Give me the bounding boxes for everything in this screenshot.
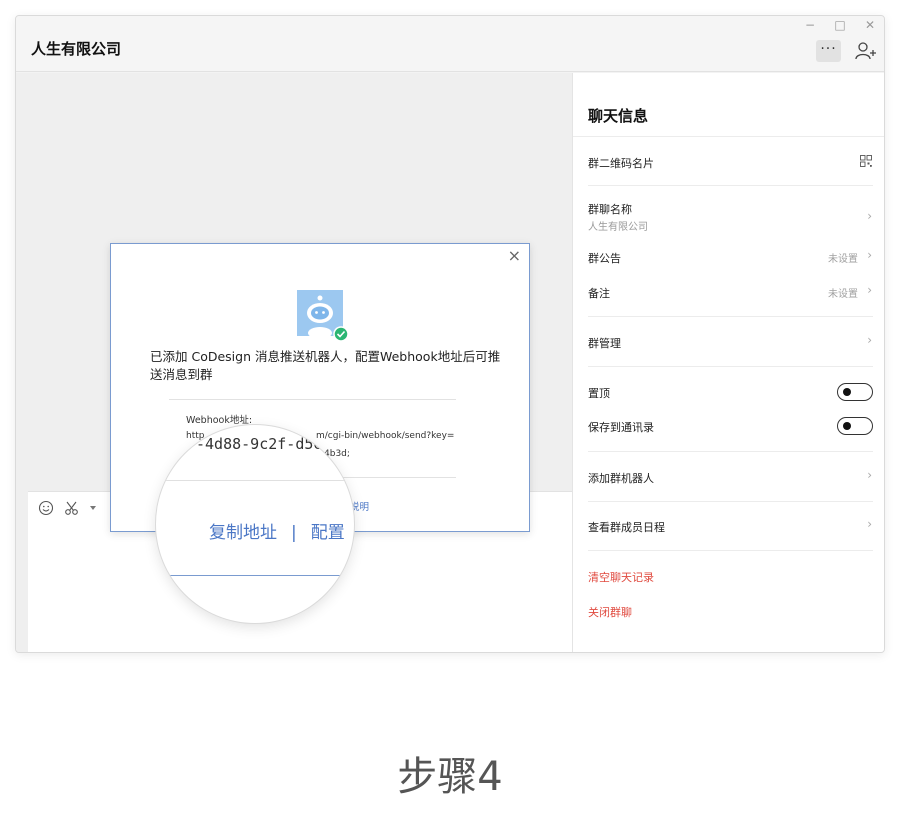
divider [588, 451, 873, 452]
chevron-right-icon: › [867, 468, 872, 482]
window-controls: − □ ✕ [804, 18, 876, 32]
scissors-icon[interactable] [64, 500, 80, 516]
maximize-button[interactable]: □ [834, 18, 846, 32]
divider [169, 399, 456, 400]
chevron-right-icon: › [867, 517, 872, 531]
dialog-message: 已添加 CoDesign 消息推送机器人，配置Webhook地址后可推送消息到群 [150, 349, 501, 382]
divider [588, 316, 873, 317]
robot-avatar-icon [297, 290, 349, 342]
close-group-button[interactable]: 关闭群聊 [588, 604, 632, 620]
webhook-url-middle: m/cgi-bin/webhook/send?key= [316, 431, 455, 441]
dialog-close-button[interactable]: × [508, 246, 521, 265]
divider [573, 136, 884, 137]
clear-history-button[interactable]: 清空聊天记录 [588, 569, 654, 585]
divider [588, 185, 873, 186]
save-contacts-toggle[interactable] [837, 417, 873, 435]
divider [156, 480, 354, 481]
group-title: 人生有限公司 [31, 40, 122, 58]
more-options-button[interactable]: ··· [816, 40, 841, 62]
chat-info-panel: 聊天信息 群二维码名片 群聊名称 人生有限公司 › 群公告 未设置 › 备注 未… [572, 73, 884, 652]
add-bot-label: 添加群机器人 [588, 472, 654, 485]
config-link[interactable]: 配置 [311, 523, 345, 543]
add-member-icon[interactable] [854, 40, 876, 62]
webhook-label: Webhook地址: [186, 415, 253, 426]
magnifier-links: 复制地址 | 配置 [209, 518, 345, 543]
chevron-right-icon: › [867, 248, 872, 262]
step-caption: 步骤4 [397, 754, 503, 800]
announcement-label: 群公告 [588, 252, 621, 265]
copy-address-link[interactable]: 复制地址 [209, 523, 277, 543]
remark-value: 未设置 [828, 289, 858, 300]
divider [588, 550, 873, 551]
divider [588, 366, 873, 367]
close-window-button[interactable]: ✕ [864, 18, 876, 32]
chevron-right-icon: › [867, 283, 872, 297]
divider [588, 501, 873, 502]
composer-toolbar [38, 500, 96, 516]
panel-title: 聊天信息 [588, 107, 649, 125]
webhook-url-zoomed: -4d88-9c2f-d56 [196, 435, 323, 453]
pin-label: 置顶 [588, 387, 610, 400]
group-name-value: 人生有限公司 [588, 222, 648, 233]
save-contacts-label: 保存到通讯录 [588, 421, 654, 434]
minimize-button[interactable]: − [804, 18, 816, 32]
schedule-label: 查看群成员日程 [588, 521, 665, 534]
emoji-icon[interactable] [38, 500, 54, 516]
link-separator: | [291, 523, 297, 543]
remark-label: 备注 [588, 287, 610, 300]
dialog-bottom-edge [156, 575, 354, 576]
qr-code-icon [860, 155, 872, 167]
chevron-right-icon: › [867, 333, 872, 347]
title-bar: 人生有限公司 − □ ✕ ··· [16, 16, 884, 72]
qr-label: 群二维码名片 [588, 157, 654, 170]
announcement-value: 未设置 [828, 254, 858, 265]
manage-label: 群管理 [588, 337, 621, 350]
group-name-label: 群聊名称 [588, 203, 632, 216]
pin-toggle[interactable] [837, 383, 873, 401]
chevron-down-icon[interactable] [90, 505, 96, 511]
chevron-right-icon: › [867, 209, 872, 223]
magnifier-lens: -4d88-9c2f-d56 复制地址 | 配置 [156, 425, 354, 623]
